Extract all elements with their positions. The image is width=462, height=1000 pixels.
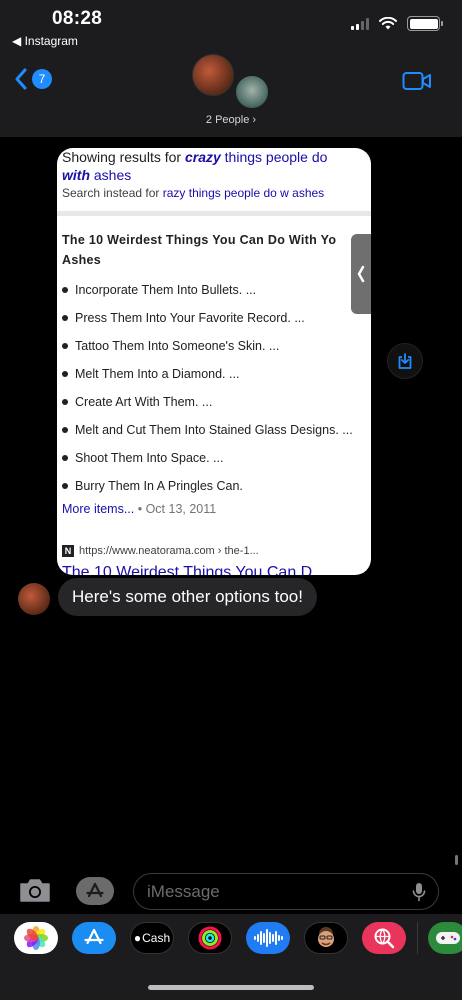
list-item: Press Them Into Your Favorite Record. ..…	[62, 304, 353, 332]
chevron-left-icon	[15, 68, 27, 90]
app-store-drawer-button[interactable]	[76, 877, 114, 905]
result-date: • Oct 13, 2011	[134, 502, 217, 516]
memoji-icon	[318, 927, 334, 947]
status-time: 08:28	[52, 8, 103, 29]
apple-cash-app-button[interactable]: ● Cash	[130, 922, 174, 954]
sender-avatar[interactable]	[18, 583, 50, 615]
snippet-title: The 10 Weirdest Things You Can Do With Y…	[62, 233, 337, 267]
back-button[interactable]: 7	[14, 68, 52, 90]
list-item: Burry Them In A Pringles Can.	[62, 472, 353, 500]
app-store-app-button[interactable]	[72, 922, 116, 954]
spell-correction: Showing results for crazy things people …	[62, 149, 328, 183]
apple-logo-icon: ●	[133, 931, 142, 945]
message-text: Here's some other options too!	[72, 587, 303, 606]
search-instead: Search instead for razy things people do…	[62, 186, 325, 200]
microphone-icon[interactable]	[412, 882, 426, 902]
activity-rings-icon	[198, 926, 222, 950]
camera-icon	[20, 879, 50, 902]
more-items-row: More items... • Oct 13, 2011	[62, 502, 216, 516]
globe-search-icon	[374, 928, 395, 949]
home-indicator[interactable]	[148, 985, 314, 990]
list-item: Incorporate Them Into Bullets. ...	[62, 276, 353, 304]
search-instead-link: razy things people do w ashes	[162, 186, 325, 200]
video-camera-icon	[402, 72, 431, 90]
memoji-app-button[interactable]	[304, 922, 348, 954]
app-store-icon	[86, 882, 104, 898]
download-icon	[398, 353, 412, 369]
facetime-video-button[interactable]	[402, 71, 432, 96]
shared-screenshot-card[interactable]: Showing results for crazy things people …	[57, 148, 371, 575]
group-people-label[interactable]: 2 People ›	[0, 114, 462, 126]
game-controller-icon	[436, 932, 460, 944]
source-url: https://www.neatorama.com › the-1...	[79, 545, 259, 557]
camera-button[interactable]	[18, 877, 52, 908]
status-icons	[351, 16, 443, 31]
audio-message-app-button[interactable]	[246, 922, 290, 954]
list-item: Melt Them Into a Diamond. ...	[62, 360, 353, 388]
message-bubble[interactable]: Here's some other options too!	[58, 578, 317, 616]
games-app-button[interactable]	[428, 922, 462, 954]
list-item: Create Art With Them. ...	[62, 388, 353, 416]
app-store-icon	[84, 928, 104, 945]
cellular-signal-icon	[351, 17, 369, 30]
photos-app-button[interactable]	[14, 922, 58, 954]
waveform-icon	[254, 929, 283, 947]
result-title-cut: The 10 Weirdest Things You Can D	[62, 564, 313, 575]
snippet-list: Incorporate Them Into Bullets. ... Press…	[62, 276, 353, 500]
activity-app-button[interactable]	[188, 922, 232, 954]
result-divider	[57, 211, 371, 216]
battery-icon	[407, 16, 443, 31]
wifi-icon	[379, 17, 397, 30]
chevron-left-icon	[357, 265, 365, 283]
more-items-link: More items...	[62, 502, 135, 516]
group-avatar-primary[interactable]	[192, 54, 234, 96]
scrollbar[interactable]	[455, 855, 458, 865]
conversation-header: 08:28 ◀ Instagram 7 2 People ›	[0, 0, 462, 137]
list-item: Melt and Cut Them Into Stained Glass Des…	[62, 416, 353, 444]
site-logo-icon: N	[62, 545, 74, 557]
imessage-input[interactable]	[133, 873, 439, 910]
card-expand-handle[interactable]	[351, 234, 371, 314]
group-avatar-secondary[interactable]	[234, 74, 270, 110]
tray-divider	[417, 922, 418, 954]
apple-cash-label: Cash	[142, 931, 171, 945]
photos-icon	[24, 926, 48, 950]
list-item: Tattoo Them Into Someone's Skin. ...	[62, 332, 353, 360]
web-images-app-button[interactable]	[362, 922, 406, 954]
unread-count-badge: 7	[32, 69, 52, 89]
back-to-app-link[interactable]: ◀ Instagram	[12, 34, 78, 48]
result-source: N https://www.neatorama.com › the-1...	[62, 545, 259, 557]
message-input-field[interactable]	[147, 881, 397, 902]
save-image-button[interactable]	[387, 343, 423, 379]
list-item: Shoot Them Into Space. ...	[62, 444, 353, 472]
